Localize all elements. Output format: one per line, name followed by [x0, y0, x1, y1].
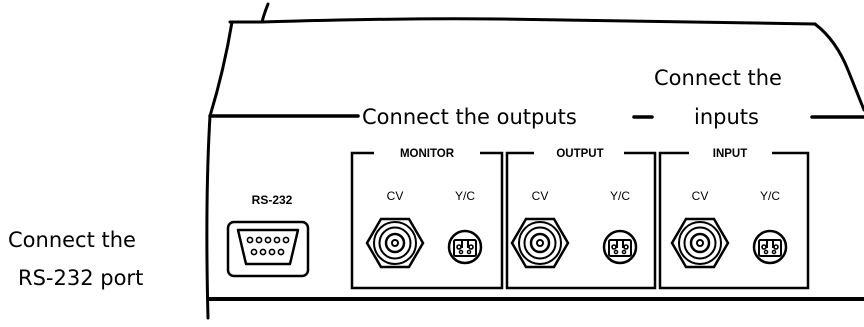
rs232-port: RS-232 [226, 193, 310, 278]
output-yc-svideo-connector [602, 229, 638, 265]
output-cv-label: CV [532, 189, 549, 203]
annotation-outputs: Connect the outputs [362, 105, 577, 129]
monitor-yc-label: Y/C [455, 189, 475, 203]
device-housing [205, 2, 864, 320]
monitor-title: MONITOR [400, 148, 455, 160]
monitor-cv-bnc-connector [365, 217, 425, 269]
rs232-label: RS-232 [252, 193, 293, 207]
annotation-rs232-line2: RS-232 port [18, 266, 143, 290]
annotation-inputs-line2: inputs [694, 105, 759, 129]
monitor-group: MONITOR CV Y/C [350, 148, 504, 290]
output-cv-bnc-connector [510, 217, 570, 269]
output-group: OUTPUT CV Y/C [505, 148, 657, 290]
rear-panel-diagram: Connect the outputs Connect the inputs C… [8, 2, 864, 320]
input-yc-svideo-connector [752, 229, 788, 265]
output-yc-label: Y/C [610, 189, 630, 203]
input-cv-bnc-connector [670, 217, 730, 269]
annotation-rs232-line1: Connect the [8, 228, 136, 252]
output-title: OUTPUT [556, 148, 603, 160]
input-cv-label: CV [692, 189, 709, 203]
annotation-inputs-line1: Connect the [654, 66, 782, 90]
input-group: INPUT CV Y/C [658, 148, 810, 290]
input-title: INPUT [713, 148, 748, 160]
monitor-yc-svideo-connector [447, 229, 483, 265]
monitor-cv-label: CV [387, 189, 404, 203]
input-yc-label: Y/C [760, 189, 780, 203]
